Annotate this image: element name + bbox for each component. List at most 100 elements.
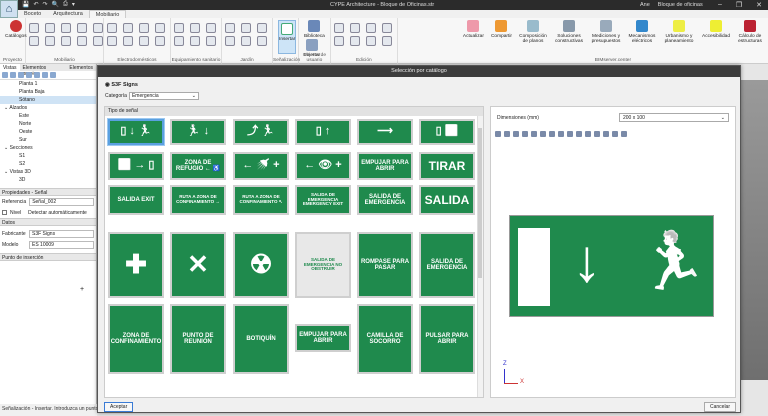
mirror-icon[interactable]	[381, 23, 392, 33]
tree-item[interactable]: ⌄ Vistas 3D	[0, 168, 96, 176]
redo-icon[interactable]: ↷	[43, 1, 48, 8]
soluciones-constructivas-button[interactable]: Soluciones constructivas	[554, 20, 584, 45]
view-tool-icon[interactable]	[26, 72, 32, 78]
furniture-icon[interactable]	[77, 23, 87, 33]
fit-icon[interactable]	[621, 131, 627, 137]
sign-tile[interactable]: ROMPASE PARA PASAR	[357, 232, 413, 298]
door-arrow-up-sign[interactable]: ▯ ↑	[295, 119, 351, 145]
appliance-icon[interactable]	[155, 23, 165, 33]
composicion-planos-button[interactable]: Composición de planos	[519, 20, 547, 45]
sign-tile[interactable]: EMPUJAR PARA ABRIR	[357, 152, 413, 180]
sign-tile[interactable]: SALIDA DE EMERGENCIA	[357, 185, 413, 215]
modelo-input[interactable]: ES 10009	[29, 240, 94, 249]
furniture-icon[interactable]	[45, 23, 55, 33]
nivel-checkbox[interactable]	[2, 210, 7, 215]
dropdown-icon[interactable]: ▾	[72, 1, 75, 8]
dimensions-dropdown[interactable]: 200 x 100 ⌄	[619, 113, 729, 122]
tree-item[interactable]: Este	[0, 112, 96, 120]
view-tool-icon[interactable]	[576, 131, 582, 137]
search-icon[interactable]: 🔍	[52, 1, 59, 8]
sanitary-icon[interactable]	[190, 36, 200, 46]
compartir-button[interactable]: Compartir	[491, 20, 512, 45]
biblioteca-button[interactable]: Biblioteca	[304, 20, 325, 39]
sign-tile[interactable]: RUTA A ZONA DE CONFINAMIENTO ↖	[233, 185, 289, 215]
view-tool-icon[interactable]	[522, 131, 528, 137]
tree-item[interactable]: ⌄ Secciones	[0, 144, 96, 152]
tab-boceto[interactable]: Boceto	[18, 10, 47, 18]
furniture-icon[interactable]	[45, 36, 55, 46]
zoom-icon[interactable]	[585, 131, 591, 137]
scrollbar-thumb[interactable]	[478, 128, 482, 278]
view-tool-icon[interactable]	[531, 131, 537, 137]
sanitary-icon[interactable]	[174, 23, 184, 33]
appliance-icon[interactable]	[139, 36, 149, 46]
assembly-point-arrows-sign[interactable]: ✕	[170, 232, 226, 298]
door-wheelchair-sign[interactable]: ▯ ♿	[419, 119, 475, 145]
sign-tile[interactable]: SALIDA	[419, 185, 475, 215]
view-tool-icon[interactable]	[50, 72, 56, 78]
scrollbar[interactable]	[477, 116, 483, 397]
tab-arquitectura[interactable]: Arquitectura	[47, 10, 89, 18]
view-tool-icon[interactable]	[567, 131, 573, 137]
appliance-icon[interactable]	[155, 36, 165, 46]
sign-tile[interactable]: BOTIQUÍN	[233, 304, 289, 374]
sign-tile[interactable]: CAMILLA DE SOCORRO	[357, 304, 413, 374]
view-tool-icon[interactable]	[2, 72, 8, 78]
view-tool-icon[interactable]	[540, 131, 546, 137]
senalizacion-insertar-button[interactable]: Insertar	[278, 20, 297, 54]
sign-tile[interactable]: PULSAR PARA ABRIR	[419, 304, 475, 374]
tree-item[interactable]: Oeste	[0, 128, 96, 136]
view-tool-icon[interactable]	[10, 72, 16, 78]
gas-mask-sign[interactable]: ☢	[233, 232, 289, 298]
mediciones-button[interactable]: Mediciones y presupuestos	[591, 20, 621, 45]
furniture-icon[interactable]	[29, 23, 39, 33]
view-tool-icon[interactable]	[42, 72, 48, 78]
tree-item[interactable]: Planta Baja	[0, 88, 96, 96]
insertion-point-crosshair-icon[interactable]: +	[80, 286, 84, 293]
project-name[interactable]: Bloque de oficinas	[658, 2, 703, 8]
sign-tile[interactable]: SALIDA EXIT	[108, 185, 164, 215]
sign-tile[interactable]: RUTA A ZONA DE CONFINAMIENTO →	[170, 185, 226, 215]
tree-item[interactable]: 3D	[0, 176, 96, 184]
first-aid-cross-sign[interactable]: ✚	[108, 232, 164, 298]
calculo-estructuras-button[interactable]: Cálculo de estructuras	[737, 20, 763, 45]
sanitary-icon[interactable]	[206, 23, 216, 33]
urbanismo-button[interactable]: Urbanismo y planeamiento	[663, 20, 695, 45]
appliance-icon[interactable]	[107, 23, 117, 33]
sign-tile[interactable]: ZONA DE REFUGIO ← ♿	[170, 152, 226, 180]
view-tool-icon[interactable]	[504, 131, 510, 137]
appliance-icon[interactable]	[107, 36, 117, 46]
sign-tile[interactable]: SALIDA DE EMERGENCIA	[419, 232, 475, 298]
wheelchair-arrow-door-sign[interactable]: ♿ → ▯	[108, 152, 164, 180]
pan-icon[interactable]	[603, 131, 609, 137]
view-tool-icon[interactable]	[513, 131, 519, 137]
tree-item[interactable]: Sur	[0, 136, 96, 144]
furniture-icon[interactable]	[61, 36, 71, 46]
sanitary-icon[interactable]	[190, 23, 200, 33]
appliance-icon[interactable]	[123, 36, 133, 46]
tree-item[interactable]: ⌄ Alzados	[0, 104, 96, 112]
move-icon[interactable]	[349, 36, 360, 46]
garden-icon[interactable]	[257, 36, 267, 46]
runner-arrow-down-sign[interactable]: 🏃 ↓	[170, 119, 226, 145]
sign-tile[interactable]: ZONA DE CONFINAMIENTO	[108, 304, 164, 374]
orbit-icon[interactable]	[612, 131, 618, 137]
manufacturer-radio[interactable]: ◉ S3F Signs	[105, 82, 138, 88]
furniture-icon[interactable]	[93, 23, 103, 33]
tree-item[interactable]: S1	[0, 152, 96, 160]
furniture-icon[interactable]	[29, 36, 39, 46]
eraser-icon[interactable]	[333, 36, 344, 46]
actualizar-button[interactable]: Actualizar	[463, 20, 484, 45]
arrow-right-sign[interactable]: ⟶	[357, 119, 413, 145]
restore-button[interactable]: ❐	[736, 1, 742, 9]
sign-tile[interactable]: SALIDA DE EMERGENCIA NO OBSTRUIR	[295, 232, 351, 298]
tab-vistas[interactable]: Vistas	[0, 64, 20, 71]
exit-door-runner-sign[interactable]: ▯ ↓ 🏃	[108, 119, 164, 145]
referencia-input[interactable]: Señal_002	[29, 197, 94, 206]
view-tool-icon[interactable]	[34, 72, 40, 78]
garden-icon[interactable]	[241, 36, 251, 46]
garden-icon[interactable]	[241, 23, 251, 33]
garden-icon[interactable]	[225, 36, 235, 46]
tree-item[interactable]: Norte	[0, 120, 96, 128]
tab-mobiliario[interactable]: Mobiliario	[88, 10, 127, 18]
